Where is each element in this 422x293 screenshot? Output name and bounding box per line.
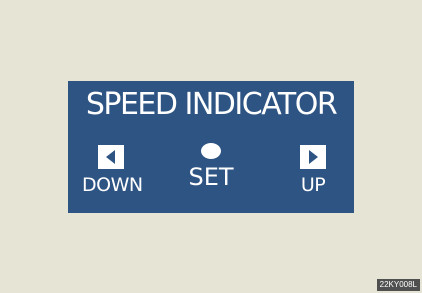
right-triangle-icon <box>300 145 326 169</box>
speed-indicator-panel: SPEED INDICATOR DOWN SET UP <box>68 81 354 213</box>
up-button[interactable]: UP <box>286 143 340 205</box>
down-button[interactable]: DOWN <box>82 143 143 205</box>
up-label: UP <box>300 174 326 196</box>
set-button[interactable]: SET <box>178 143 244 205</box>
panel-title: SPEED INDICATOR <box>85 87 338 122</box>
left-triangle-icon <box>98 145 124 169</box>
image-code: 22KY008L <box>376 279 420 291</box>
dot-icon <box>201 143 221 159</box>
set-label: SET <box>188 163 234 191</box>
illustration-frame: SPEED INDICATOR DOWN SET UP 22KY008L <box>0 0 422 293</box>
down-label: DOWN <box>82 174 143 196</box>
